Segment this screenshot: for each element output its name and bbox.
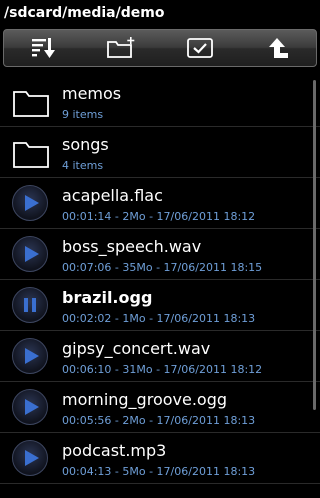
file-details: 00:04:13 - 5Mo - 17/06/2011 18:13: [62, 465, 256, 478]
audio-file-row[interactable]: podcast.mp3 00:04:13 - 5Mo - 17/06/2011 1…: [0, 433, 320, 484]
up-directory-button[interactable]: [240, 30, 318, 66]
audio-file-row[interactable]: gipsy_concert.wav 00:06:10 - 31Mo - 17/06…: [0, 331, 320, 382]
item-name: memos: [62, 84, 122, 103]
item-name: podcast.mp3: [62, 441, 167, 460]
path-bar: /sdcard/media/demo: [0, 0, 320, 26]
play-icon[interactable]: [12, 338, 50, 376]
toolbar: [3, 29, 317, 67]
folder-row[interactable]: memos 9 items: [0, 76, 320, 127]
new-folder-button[interactable]: [82, 30, 160, 66]
audio-file-row[interactable]: brazil.ogg 00:02:02 - 1Mo - 17/06/2011 18…: [0, 280, 320, 331]
file-details: 00:02:02 - 1Mo - 17/06/2011 18:13: [62, 312, 256, 325]
file-details: 00:01:14 - 2Mo - 17/06/2011 18:12: [62, 210, 256, 223]
file-details: 00:06:10 - 31Mo - 17/06/2011 18:12: [62, 363, 263, 376]
play-icon[interactable]: [12, 236, 50, 274]
sort-button[interactable]: [4, 30, 82, 66]
sort-down-icon: [32, 38, 55, 58]
file-details: 00:07:06 - 35Mo - 17/06/2011 18:15: [62, 261, 263, 274]
item-name: songs: [62, 135, 109, 154]
folder-icon: [12, 137, 50, 175]
pause-icon[interactable]: [12, 287, 50, 325]
play-icon[interactable]: [12, 389, 50, 427]
item-count: 9 items: [62, 108, 104, 121]
audio-file-row[interactable]: boss_speech.wav 00:07:06 - 35Mo - 17/06/2…: [0, 229, 320, 280]
current-path: /sdcard/media/demo: [4, 5, 165, 21]
item-name: brazil.ogg: [62, 288, 153, 307]
file-list: memos 9 items songs 4 items acapella.flac 00:…: [0, 76, 320, 498]
audio-file-row[interactable]: morning_groove.ogg 00:05:56 - 2Mo - 17/06…: [0, 382, 320, 433]
folder-row[interactable]: songs 4 items: [0, 127, 320, 178]
folder-icon: [12, 86, 50, 124]
item-name: gipsy_concert.wav: [62, 339, 211, 358]
select-checkbox-icon: [187, 38, 213, 58]
item-name: boss_speech.wav: [62, 237, 202, 256]
new-folder-icon: [107, 37, 135, 58]
up-directory-icon: [269, 38, 288, 58]
file-details: 00:05:56 - 2Mo - 17/06/2011 18:13: [62, 414, 256, 427]
select-button[interactable]: [161, 30, 239, 66]
audio-file-row[interactable]: acapella.flac 00:01:14 - 2Mo - 17/06/2011…: [0, 178, 320, 229]
item-name: acapella.flac: [62, 186, 163, 205]
play-icon[interactable]: [12, 185, 50, 223]
item-count: 4 items: [62, 159, 104, 172]
item-name: morning_groove.ogg: [62, 390, 228, 409]
scrollbar[interactable]: [313, 80, 316, 410]
play-icon[interactable]: [12, 440, 50, 478]
